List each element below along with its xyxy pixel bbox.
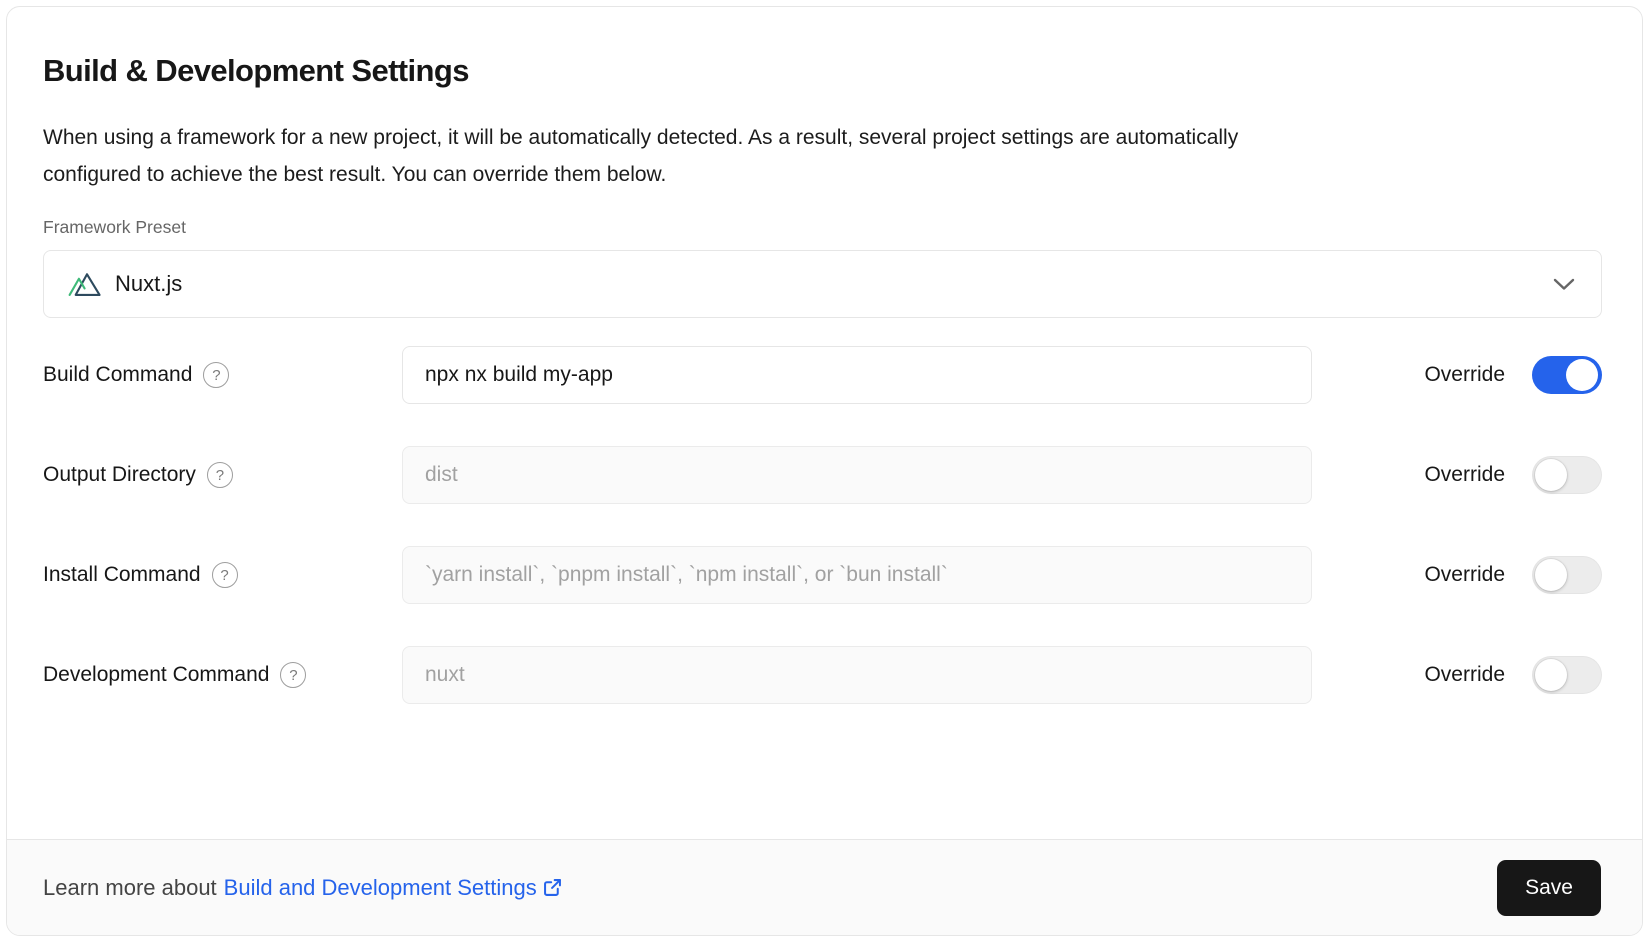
save-button[interactable]: Save <box>1497 860 1601 916</box>
framework-selected-value: Nuxt.js <box>115 271 1553 297</box>
help-icon[interactable]: ? <box>212 562 238 588</box>
external-link-icon <box>542 877 563 898</box>
override-label: Override <box>1424 663 1505 687</box>
development-command-override-toggle[interactable] <box>1532 656 1602 694</box>
nuxt-logo-icon <box>68 271 102 297</box>
install-command-override-toggle[interactable] <box>1532 556 1602 594</box>
output-directory-input <box>402 446 1312 504</box>
help-icon[interactable]: ? <box>203 362 229 388</box>
build-command-override-toggle[interactable] <box>1532 356 1602 394</box>
override-label: Override <box>1424 563 1505 587</box>
toggle-knob <box>1535 659 1567 691</box>
card-footer: Learn more about Build and Development S… <box>7 839 1642 935</box>
output-directory-override-toggle[interactable] <box>1532 456 1602 494</box>
chevron-down-icon <box>1553 278 1575 291</box>
learn-more-prefix: Learn more about <box>43 875 217 901</box>
toggle-knob <box>1535 459 1567 491</box>
panel-description-line-2: configured to achieve the best result. Y… <box>43 156 1602 193</box>
learn-more-text: Learn more about Build and Development S… <box>43 875 563 901</box>
build-command-row: Build Command ? Override <box>43 346 1602 404</box>
help-icon[interactable]: ? <box>207 462 233 488</box>
toggle-knob <box>1566 359 1598 391</box>
build-dev-settings-card: Build & Development Settings When using … <box>6 6 1643 936</box>
settings-rows: Build Command ? Override Output Director… <box>43 346 1602 704</box>
build-command-input[interactable] <box>402 346 1312 404</box>
install-command-row: Install Command ? Override <box>43 546 1602 604</box>
override-label: Override <box>1424 363 1505 387</box>
build-command-label: Build Command <box>43 363 192 387</box>
install-command-input <box>402 546 1312 604</box>
framework-preset-label: Framework Preset <box>43 217 1602 238</box>
development-command-row: Development Command ? Override <box>43 646 1602 704</box>
panel-description-line-1: When using a framework for a new project… <box>43 119 1602 156</box>
build-dev-settings-link[interactable]: Build and Development Settings <box>224 875 563 901</box>
panel-description: When using a framework for a new project… <box>43 119 1602 193</box>
help-icon[interactable]: ? <box>280 662 306 688</box>
development-command-label: Development Command <box>43 663 269 687</box>
output-directory-label: Output Directory <box>43 463 196 487</box>
output-directory-row: Output Directory ? Override <box>43 446 1602 504</box>
install-command-label: Install Command <box>43 563 201 587</box>
link-label: Build and Development Settings <box>224 875 537 901</box>
toggle-knob <box>1535 559 1567 591</box>
framework-preset-select[interactable]: Nuxt.js <box>43 250 1602 318</box>
page-title: Build & Development Settings <box>43 53 1602 89</box>
override-label: Override <box>1424 463 1505 487</box>
development-command-input <box>402 646 1312 704</box>
